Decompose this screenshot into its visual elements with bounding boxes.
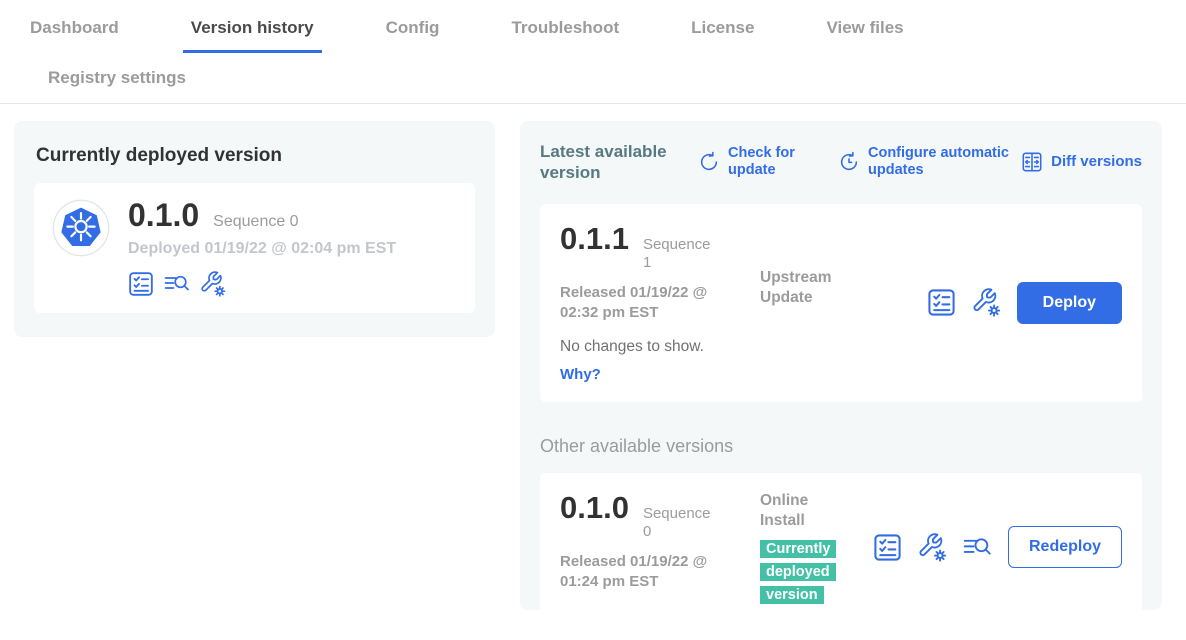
latest-released-timestamp: Released 01/19/22 @ 02:32 pm EST <box>560 283 746 324</box>
available-versions-header: Latest available version Check for updat… <box>540 141 1142 184</box>
deployed-sequence-label: Sequence 0 <box>213 213 298 231</box>
currently-deployed-badge: Currently deployed version <box>760 537 842 607</box>
deploy-button[interactable]: Deploy <box>1017 282 1122 324</box>
deployed-version-card: 0.1.0 Sequence 0 Deployed 01/19/22 @ 02:… <box>34 183 475 313</box>
other-version-info: 0.1.0 Sequence 0 Released 01/19/22 @ 01:… <box>560 491 760 593</box>
edit-config-icon[interactable] <box>918 533 947 562</box>
latest-version-number: 0.1.1 <box>560 222 629 256</box>
tab-dashboard[interactable]: Dashboard <box>22 18 127 53</box>
tab-view-files[interactable]: View files <box>818 18 911 53</box>
tab-config[interactable]: Config <box>378 18 448 53</box>
diff-icon <box>1021 151 1043 173</box>
deployed-version-actions <box>128 271 396 297</box>
other-version-number: 0.1.0 <box>560 491 629 525</box>
other-version-card: 0.1.0 Sequence 0 Released 01/19/22 @ 01:… <box>540 473 1142 623</box>
why-link[interactable]: Why? <box>560 366 601 383</box>
currently-deployed-panel: Currently deployed version <box>14 121 495 337</box>
latest-changes-note: No changes to show. <box>560 338 1122 356</box>
latest-version-actions: Deploy <box>927 282 1122 324</box>
deploy-logs-icon[interactable] <box>164 271 190 297</box>
tab-registry-settings[interactable]: Registry settings <box>40 68 1186 88</box>
tab-version-history[interactable]: Version history <box>183 18 322 53</box>
deployed-version-details: 0.1.0 Sequence 0 Deployed 01/19/22 @ 02:… <box>128 199 396 297</box>
tab-troubleshoot[interactable]: Troubleshoot <box>503 18 627 53</box>
nav-row-secondary: Registry settings <box>0 53 1186 103</box>
refresh-icon <box>698 151 720 173</box>
latest-version-info: 0.1.1 Sequence 1 Released 01/19/22 @ 02:… <box>560 222 760 324</box>
other-released-timestamp: Released 01/19/22 @ 01:24 pm EST <box>560 552 746 593</box>
preflight-checks-icon[interactable] <box>927 288 956 317</box>
deploy-logs-icon[interactable] <box>963 533 992 562</box>
preflight-checks-icon[interactable] <box>873 533 902 562</box>
other-version-actions: Redeploy <box>873 526 1122 568</box>
app-root: Dashboard Version history Config Trouble… <box>0 0 1186 640</box>
other-version-source-col: Online Install Currently deployed versio… <box>760 491 842 607</box>
edit-config-icon[interactable] <box>200 271 226 297</box>
available-versions-panel: Latest available version Check for updat… <box>520 121 1162 610</box>
auto-update-icon <box>838 151 860 173</box>
other-versions-title: Other available versions <box>540 436 1142 457</box>
preflight-checks-icon[interactable] <box>128 271 154 297</box>
latest-sequence-label: Sequence 1 <box>643 232 717 274</box>
latest-version-card: 0.1.1 Sequence 1 Released 01/19/22 @ 02:… <box>540 204 1142 402</box>
redeploy-button[interactable]: Redeploy <box>1008 526 1122 568</box>
nav-row-primary: Dashboard Version history Config Trouble… <box>0 0 1186 53</box>
tab-license[interactable]: License <box>683 18 762 53</box>
check-for-update-link[interactable]: Check for update <box>698 145 812 180</box>
latest-version-source: Upstream Update <box>760 222 880 310</box>
deployed-version-number: 0.1.0 <box>128 199 199 233</box>
edit-config-icon[interactable] <box>972 288 1001 317</box>
deployed-timestamp: Deployed 01/19/22 @ 02:04 pm EST <box>128 240 396 258</box>
other-sequence-label: Sequence 0 <box>643 501 717 543</box>
diff-versions-link[interactable]: Diff versions <box>1021 151 1142 173</box>
latest-available-title: Latest available version <box>540 141 688 184</box>
kubernetes-logo-icon <box>52 199 110 257</box>
other-version-source: Online Install <box>760 491 842 531</box>
configure-automatic-updates-link[interactable]: Configure automatic updates <box>838 145 1010 180</box>
top-navigation: Dashboard Version history Config Trouble… <box>0 0 1186 104</box>
currently-deployed-title: Currently deployed version <box>36 145 475 167</box>
